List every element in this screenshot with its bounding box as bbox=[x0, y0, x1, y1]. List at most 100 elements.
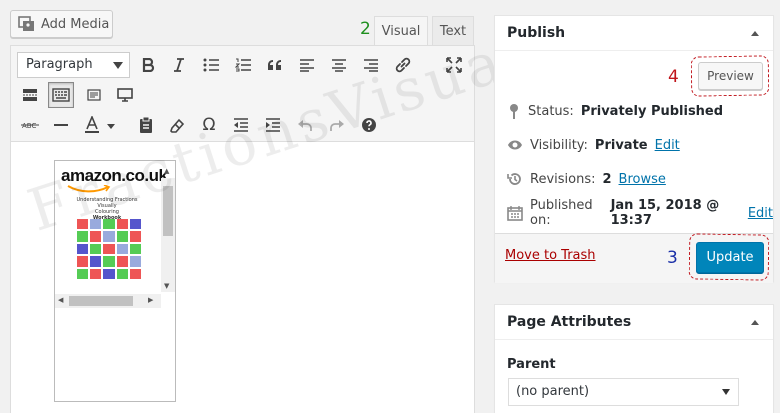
revisions-label: Revisions: bbox=[530, 171, 596, 187]
published-on-row: Published on: Jan 15, 2018 @ 13:37 Edit bbox=[507, 198, 773, 228]
published-label: Published on: bbox=[530, 198, 593, 228]
expand-icon bbox=[446, 57, 462, 73]
collapse-arrow-icon[interactable] bbox=[751, 31, 759, 36]
indent-icon bbox=[266, 118, 280, 132]
visibility-row: Visibility: Private Edit bbox=[507, 135, 680, 155]
scroll-down-icon[interactable]: ▼ bbox=[164, 282, 169, 290]
bold-icon bbox=[142, 58, 155, 72]
align-right-icon bbox=[364, 59, 378, 72]
publish-box: Publish 4 Preview Status: Privately Publ… bbox=[494, 15, 774, 283]
pin-icon bbox=[510, 104, 518, 119]
indent-button[interactable] bbox=[260, 112, 286, 138]
add-media-label: Add Media bbox=[41, 16, 110, 32]
paste-as-text-button[interactable] bbox=[133, 112, 159, 138]
eye-icon bbox=[508, 140, 522, 150]
annotation-ring bbox=[688, 233, 770, 281]
outdent-button[interactable] bbox=[228, 112, 254, 138]
bold-button[interactable] bbox=[135, 52, 161, 78]
page-attributes-header[interactable]: Page Attributes bbox=[495, 305, 773, 340]
help-icon bbox=[362, 118, 376, 132]
link-icon bbox=[395, 57, 411, 73]
parent-label: Parent bbox=[507, 357, 556, 372]
calendar-icon bbox=[507, 206, 523, 221]
align-left-icon bbox=[300, 59, 314, 72]
blockquote-button[interactable] bbox=[262, 52, 288, 78]
annotation-3: 3 bbox=[667, 248, 678, 268]
preview-button[interactable]: Preview bbox=[698, 62, 763, 90]
strikethrough-icon: ABC bbox=[21, 122, 39, 130]
keyboard-icon bbox=[52, 88, 70, 102]
redo-icon bbox=[330, 120, 344, 131]
align-right-button[interactable] bbox=[358, 52, 384, 78]
clipboard-icon bbox=[140, 116, 152, 133]
annotation-2: 2 bbox=[360, 19, 371, 39]
embedded-product-widget[interactable]: amazon.co.uk Understanding Fractions Vis… bbox=[54, 160, 176, 402]
scrollbar-thumb[interactable] bbox=[163, 186, 173, 236]
add-media-button[interactable]: Add Media bbox=[10, 10, 113, 38]
distraction-free-button[interactable] bbox=[81, 82, 107, 108]
widget-horizontal-scrollbar[interactable]: ◀ ▶ bbox=[55, 294, 161, 308]
outdent-icon bbox=[234, 118, 248, 132]
insert-more-button[interactable] bbox=[17, 82, 43, 108]
format-select[interactable]: Paragraph bbox=[17, 52, 130, 78]
document-icon bbox=[87, 89, 101, 101]
align-left-button[interactable] bbox=[294, 52, 320, 78]
chevron-down-icon bbox=[113, 62, 123, 69]
publish-header[interactable]: Publish bbox=[495, 16, 773, 51]
monitor-icon bbox=[117, 88, 133, 102]
horizontal-line-button[interactable] bbox=[48, 112, 74, 138]
status-value: Privately Published bbox=[580, 103, 724, 119]
align-center-button[interactable] bbox=[326, 52, 352, 78]
help-button[interactable] bbox=[356, 112, 382, 138]
parent-select[interactable]: (no parent) bbox=[508, 378, 739, 406]
omega-icon: Ω bbox=[202, 115, 216, 135]
special-character-button[interactable]: Ω bbox=[196, 112, 222, 138]
status-row: Status: Privately Published bbox=[507, 101, 723, 121]
eraser-icon bbox=[170, 118, 185, 133]
move-to-trash-link[interactable]: Move to Trash bbox=[505, 248, 596, 263]
clear-formatting-button[interactable] bbox=[164, 112, 190, 138]
bullet-list-button[interactable] bbox=[198, 52, 224, 78]
scroll-up-icon[interactable]: ▲ bbox=[164, 167, 169, 175]
preview-screen-button[interactable] bbox=[112, 82, 138, 108]
read-more-icon bbox=[23, 89, 37, 101]
media-icon bbox=[18, 16, 34, 31]
tab-text[interactable]: Text bbox=[432, 16, 474, 46]
amazon-smile-icon bbox=[67, 185, 111, 193]
book-title-line: Understanding Fractions Visually bbox=[76, 197, 138, 209]
revisions-value: 2 bbox=[602, 171, 612, 187]
strikethrough-button[interactable]: ABC bbox=[17, 112, 43, 138]
editor: Paragraph ABC Ω amazon.co.uk Understandi… bbox=[10, 45, 475, 413]
fullscreen-button[interactable] bbox=[441, 52, 467, 78]
scroll-right-icon[interactable]: ▶ bbox=[148, 296, 153, 304]
amazon-logo: amazon.co.uk bbox=[61, 166, 168, 185]
published-edit-link[interactable]: Edit bbox=[748, 206, 773, 221]
parent-select-value: (no parent) bbox=[516, 384, 590, 399]
revisions-browse-link[interactable]: Browse bbox=[619, 172, 666, 187]
status-label: Status: bbox=[528, 103, 574, 119]
tab-visual[interactable]: Visual bbox=[374, 16, 428, 46]
insert-link-button[interactable] bbox=[390, 52, 416, 78]
visibility-value: Private bbox=[594, 137, 648, 153]
toolbar-toggle-button[interactable] bbox=[48, 82, 74, 108]
redo-button[interactable] bbox=[324, 112, 350, 138]
undo-icon bbox=[298, 120, 312, 131]
editor-content[interactable]: amazon.co.uk Understanding Fractions Vis… bbox=[11, 142, 474, 413]
bullet-list-icon bbox=[203, 58, 219, 72]
collapse-arrow-icon[interactable] bbox=[751, 320, 759, 325]
annotation-4: 4 bbox=[668, 67, 679, 87]
italic-button[interactable] bbox=[166, 52, 192, 78]
published-value: Jan 15, 2018 @ 13:37 bbox=[610, 198, 720, 228]
scroll-left-icon[interactable]: ◀ bbox=[58, 296, 63, 304]
widget-vertical-scrollbar[interactable]: ▲ ▼ bbox=[161, 167, 175, 292]
align-center-icon bbox=[332, 59, 346, 72]
undo-button[interactable] bbox=[292, 112, 318, 138]
numbered-list-button[interactable] bbox=[230, 52, 256, 78]
italic-icon bbox=[174, 58, 184, 72]
text-color-button[interactable] bbox=[79, 112, 123, 138]
visibility-edit-link[interactable]: Edit bbox=[655, 138, 680, 153]
format-select-value: Paragraph bbox=[26, 57, 93, 72]
scrollbar-thumb[interactable] bbox=[69, 296, 133, 306]
chevron-down-icon bbox=[722, 389, 730, 395]
visibility-label: Visibility: bbox=[530, 137, 588, 153]
